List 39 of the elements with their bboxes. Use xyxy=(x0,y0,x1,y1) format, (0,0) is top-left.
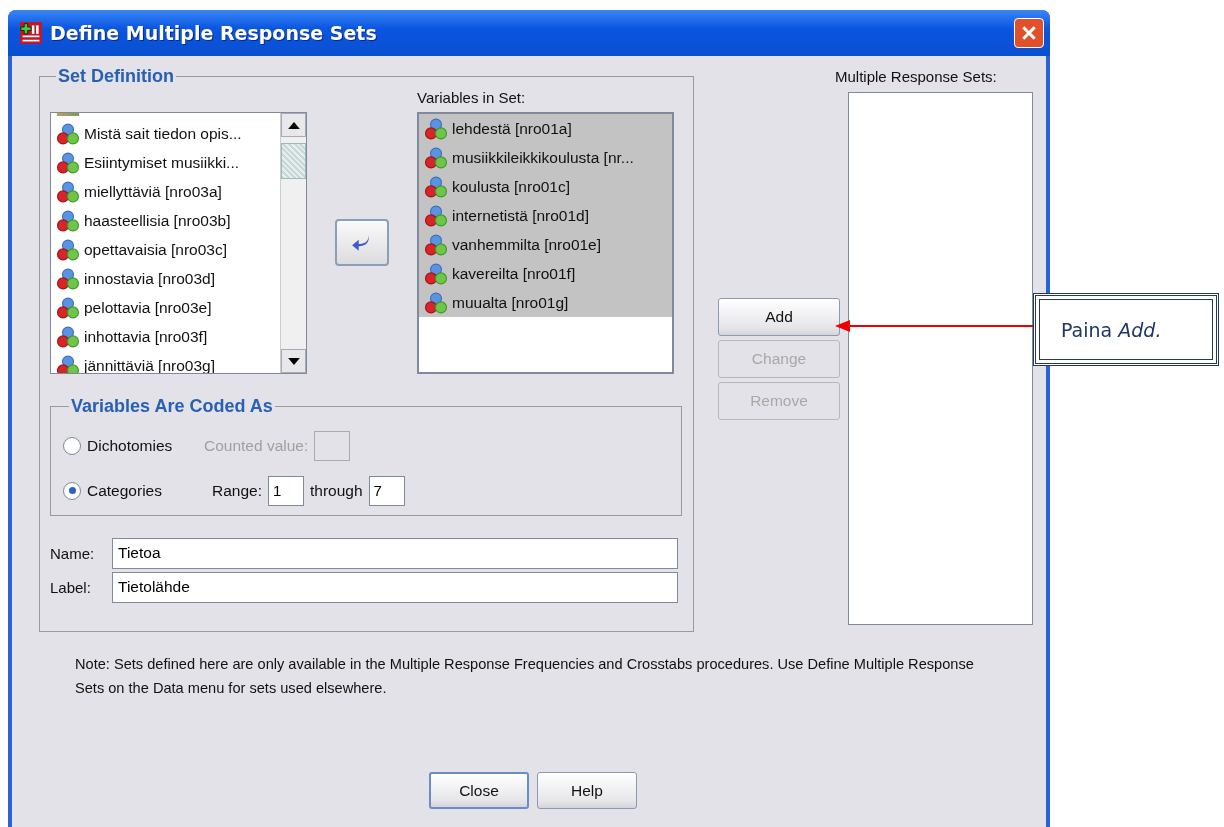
variable-item[interactable]: internetistä [nro01d] xyxy=(419,201,672,230)
list-label: Multiple Response Sets: xyxy=(835,68,998,87)
variable-item[interactable]: inhottavia [nro03f] xyxy=(51,322,280,351)
variable-item[interactable]: kavereilta [nro01f] xyxy=(419,259,672,288)
variable-item[interactable]: muualta [nro01g] xyxy=(419,288,672,317)
group-title: Set Definition xyxy=(57,66,175,87)
variable-item[interactable]: lehdestä [nro01a] xyxy=(419,114,672,143)
window-title: Define Multiple Response Sets xyxy=(50,22,377,44)
field-label: Range: xyxy=(212,481,262,500)
dialog-button[interactable]: Close xyxy=(429,772,529,809)
variable-item[interactable]: Mistä sait tiedon opis... xyxy=(51,119,280,148)
variable-item[interactable]: vanhemmilta [nro01e] xyxy=(419,230,672,259)
field-label: through xyxy=(310,481,363,500)
variable-item[interactable]: pelottavia [nro03e] xyxy=(51,293,280,322)
field-label: Label: xyxy=(50,578,92,596)
variable-item[interactable]: haasteellisia [nro03b] xyxy=(51,206,280,235)
variables-in-set-list[interactable]: lehdestä [nro01a] musiikkileikkikoulusta [nr... koulusta [nro01c] internetistä [nro01d] vanhemmilta [nro01e] kavereilta [nro01f] muualta [nro01g] xyxy=(417,112,674,374)
variable-item[interactable]: jännittäviä [nro03g] xyxy=(51,351,280,373)
field-label: Counted value: xyxy=(204,436,309,455)
field-label: Name: xyxy=(50,544,96,562)
variable-list[interactable]: Mistä sait tiedon opis... Esiintymiset musiikki... miellyttäviä [nro03a] haasteellisia [nro03b] opettavaisia [nro03c] innostavia [nro03d] pelottavia [nro03e] inhottavia [nro03f] jännittäviä [nro03g] xyxy=(50,112,307,374)
label-field[interactable]: Tietolähde xyxy=(112,571,678,603)
variable-item[interactable]: miellyttäviä [nro03a] xyxy=(51,177,280,206)
variable-item[interactable]: musiikkileikkikoulusta [nr... xyxy=(419,143,672,172)
variable-item[interactable]: koulusta [nro01c] xyxy=(419,172,672,201)
list-label: Variables in Set: xyxy=(417,89,527,108)
variable-item[interactable]: opettavaisia [nro03c] xyxy=(51,235,280,264)
radio-label[interactable]: Dichotomies xyxy=(87,436,173,455)
radio-label[interactable]: Categories xyxy=(87,481,162,500)
callout-text: Paina Add. xyxy=(1061,318,1162,341)
note-text: Note: Sets defined here are only available in the Multiple Response Frequencies and Crosstabs procedures. Use Define Multiple Response Sets on the Data menu for sets used elsewhere. xyxy=(75,655,975,698)
dialog-button[interactable]: Help xyxy=(537,772,637,809)
variable-item[interactable]: Esiintymiset musiikki... xyxy=(51,148,280,177)
name-field[interactable]: Tietoa xyxy=(112,537,678,569)
variable-item[interactable]: innostavia [nro03d] xyxy=(51,264,280,293)
range-from-field[interactable]: 1 xyxy=(268,475,304,506)
group-title: Variables Are Coded As xyxy=(70,396,274,417)
action-button[interactable]: Add xyxy=(718,298,840,336)
range-to-field[interactable]: 7 xyxy=(368,475,405,506)
